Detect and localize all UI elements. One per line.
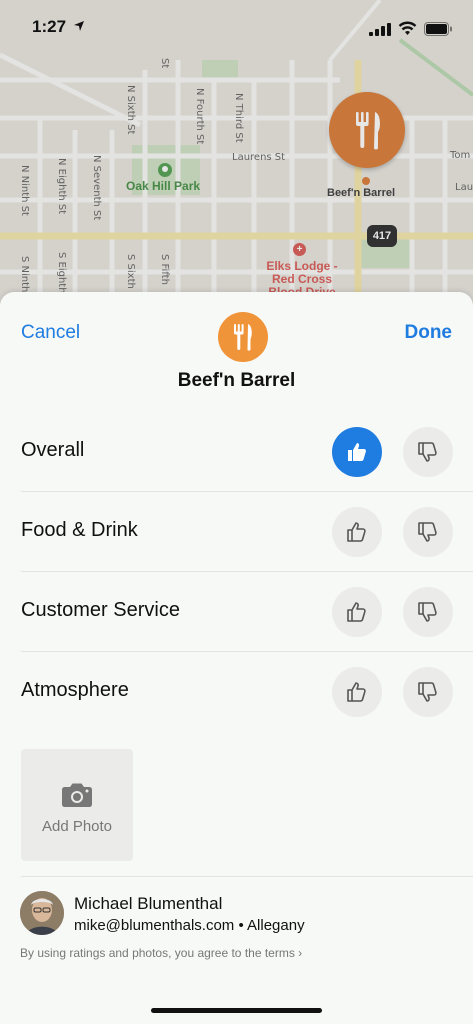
cellular-signal-icon bbox=[369, 23, 391, 36]
rating-row-atmosphere: Atmosphere bbox=[0, 652, 473, 732]
location-arrow-icon bbox=[74, 21, 84, 31]
avatar-photo bbox=[20, 891, 64, 935]
avatar bbox=[20, 891, 64, 935]
thumbs-down-button[interactable] bbox=[403, 427, 453, 477]
user-email-location: mike@blumenthals.com • Allegany bbox=[74, 917, 305, 934]
wifi-icon bbox=[398, 21, 417, 35]
thumbs-down-button[interactable] bbox=[403, 667, 453, 717]
add-photo-label: Add Photo bbox=[41, 818, 113, 835]
home-indicator[interactable] bbox=[151, 1008, 322, 1013]
rating-label: Atmosphere bbox=[21, 679, 129, 701]
thumbs-up-button[interactable] bbox=[332, 507, 382, 557]
section-divider bbox=[21, 876, 473, 877]
rating-row-overall: Overall bbox=[0, 412, 473, 492]
battery-icon bbox=[424, 22, 452, 36]
thumbs-down-button[interactable] bbox=[403, 507, 453, 557]
thumbs-up-icon bbox=[348, 443, 366, 461]
status-bar: 1:27 bbox=[0, 0, 473, 54]
thumbs-down-icon bbox=[418, 442, 437, 462]
done-button[interactable]: Done bbox=[405, 322, 453, 344]
fork-knife-icon bbox=[234, 324, 252, 351]
camera-icon bbox=[62, 783, 92, 807]
terms-link[interactable]: By using ratings and photos, you agree t… bbox=[20, 946, 302, 960]
cancel-button[interactable]: Cancel bbox=[21, 322, 80, 344]
rating-label: Overall bbox=[21, 439, 85, 461]
rating-label: Food & Drink bbox=[21, 519, 138, 541]
thumbs-up-icon bbox=[347, 522, 366, 542]
rating-sheet: Cancel Done Beef'n Barrel Overall Food &… bbox=[0, 292, 473, 1024]
thumbs-up-button[interactable] bbox=[332, 587, 382, 637]
thumbs-down-button[interactable] bbox=[403, 587, 453, 637]
user-name: Michael Blumenthal bbox=[74, 894, 223, 913]
rating-row-customer-service: Customer Service bbox=[0, 572, 473, 652]
thumbs-up-icon bbox=[347, 602, 366, 622]
thumbs-down-icon bbox=[418, 602, 437, 622]
status-time: 1:27 bbox=[32, 17, 67, 36]
thumbs-up-icon bbox=[347, 682, 366, 702]
thumbs-down-icon bbox=[418, 682, 437, 702]
add-photo-button[interactable]: Add Photo bbox=[21, 749, 133, 861]
rating-label: Customer Service bbox=[21, 599, 180, 621]
rating-row-food-drink: Food & Drink bbox=[0, 492, 473, 572]
thumbs-up-button[interactable] bbox=[332, 667, 382, 717]
place-title: Beef'n Barrel bbox=[177, 370, 296, 391]
thumbs-up-button[interactable] bbox=[332, 427, 382, 477]
restaurant-category-icon bbox=[218, 312, 268, 362]
thumbs-down-icon bbox=[418, 522, 437, 542]
